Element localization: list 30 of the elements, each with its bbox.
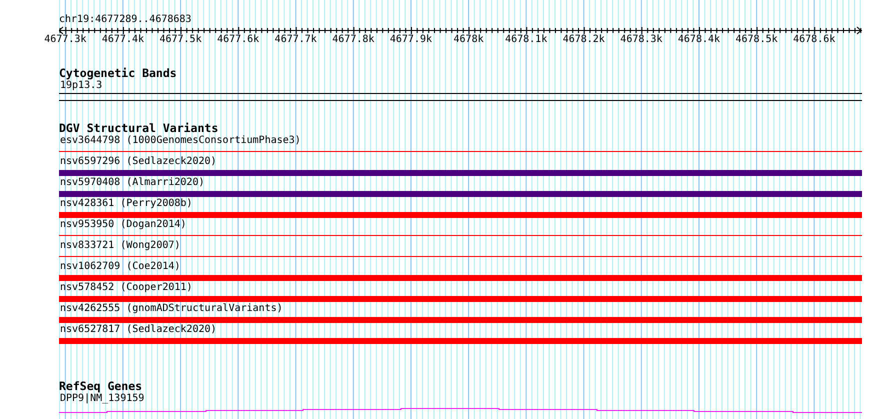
- tick-label: 4677.5k: [159, 34, 202, 46]
- tick-label: 4677.3k: [44, 34, 86, 46]
- tick-label: 4677.4k: [102, 34, 144, 46]
- variant-label: nsv6597296 (Sedlazeck2020): [59, 156, 217, 168]
- tick-label: 4678.2k: [562, 34, 605, 46]
- tick-label: 4678.1k: [505, 34, 548, 46]
- tick-label: 4677.7k: [274, 34, 317, 46]
- tick-label: 4677.9k: [390, 34, 432, 46]
- tick-label: 4678.3k: [620, 34, 662, 46]
- tick-label: 4678.4k: [678, 34, 720, 46]
- variant-label: nsv578452 (Cooper2011): [59, 282, 192, 294]
- tick-label: 4678.5k: [736, 34, 778, 46]
- track-title: Cytogenetic Bands: [59, 67, 177, 80]
- tick-label: 4678.6k: [793, 34, 836, 46]
- variant-label: nsv6527817 (Sedlazeck2020): [59, 324, 217, 336]
- variant-label: nsv953950 (Dogan2014): [59, 219, 186, 231]
- gene-label: DPP9|NM_139159: [59, 393, 144, 405]
- track-title: DGV Structural Variants: [59, 122, 218, 135]
- track-title: RefSeq Genes: [59, 380, 142, 393]
- variant-label: nsv428361 (Perry2008b): [59, 198, 192, 210]
- tick-label: 4677.8k: [332, 34, 374, 46]
- position-label: chr19:4677289..4678683: [59, 14, 192, 26]
- variant-label: esv3644798 (1000GenomesConsortiumPhase3): [59, 135, 301, 147]
- tick-label: 4678k: [454, 34, 484, 46]
- variant-label: nsv5970408 (Almarri2020): [59, 177, 204, 189]
- variant-label: nsv1062709 (Coe2014): [59, 261, 180, 273]
- band-label: 19p13.3: [59, 80, 102, 92]
- variant-label: nsv4262555 (gnomADStructuralVariants): [59, 303, 283, 315]
- tick-label: 4677.6k: [217, 34, 260, 46]
- variant-label: nsv833721 (Wong2007): [59, 240, 180, 252]
